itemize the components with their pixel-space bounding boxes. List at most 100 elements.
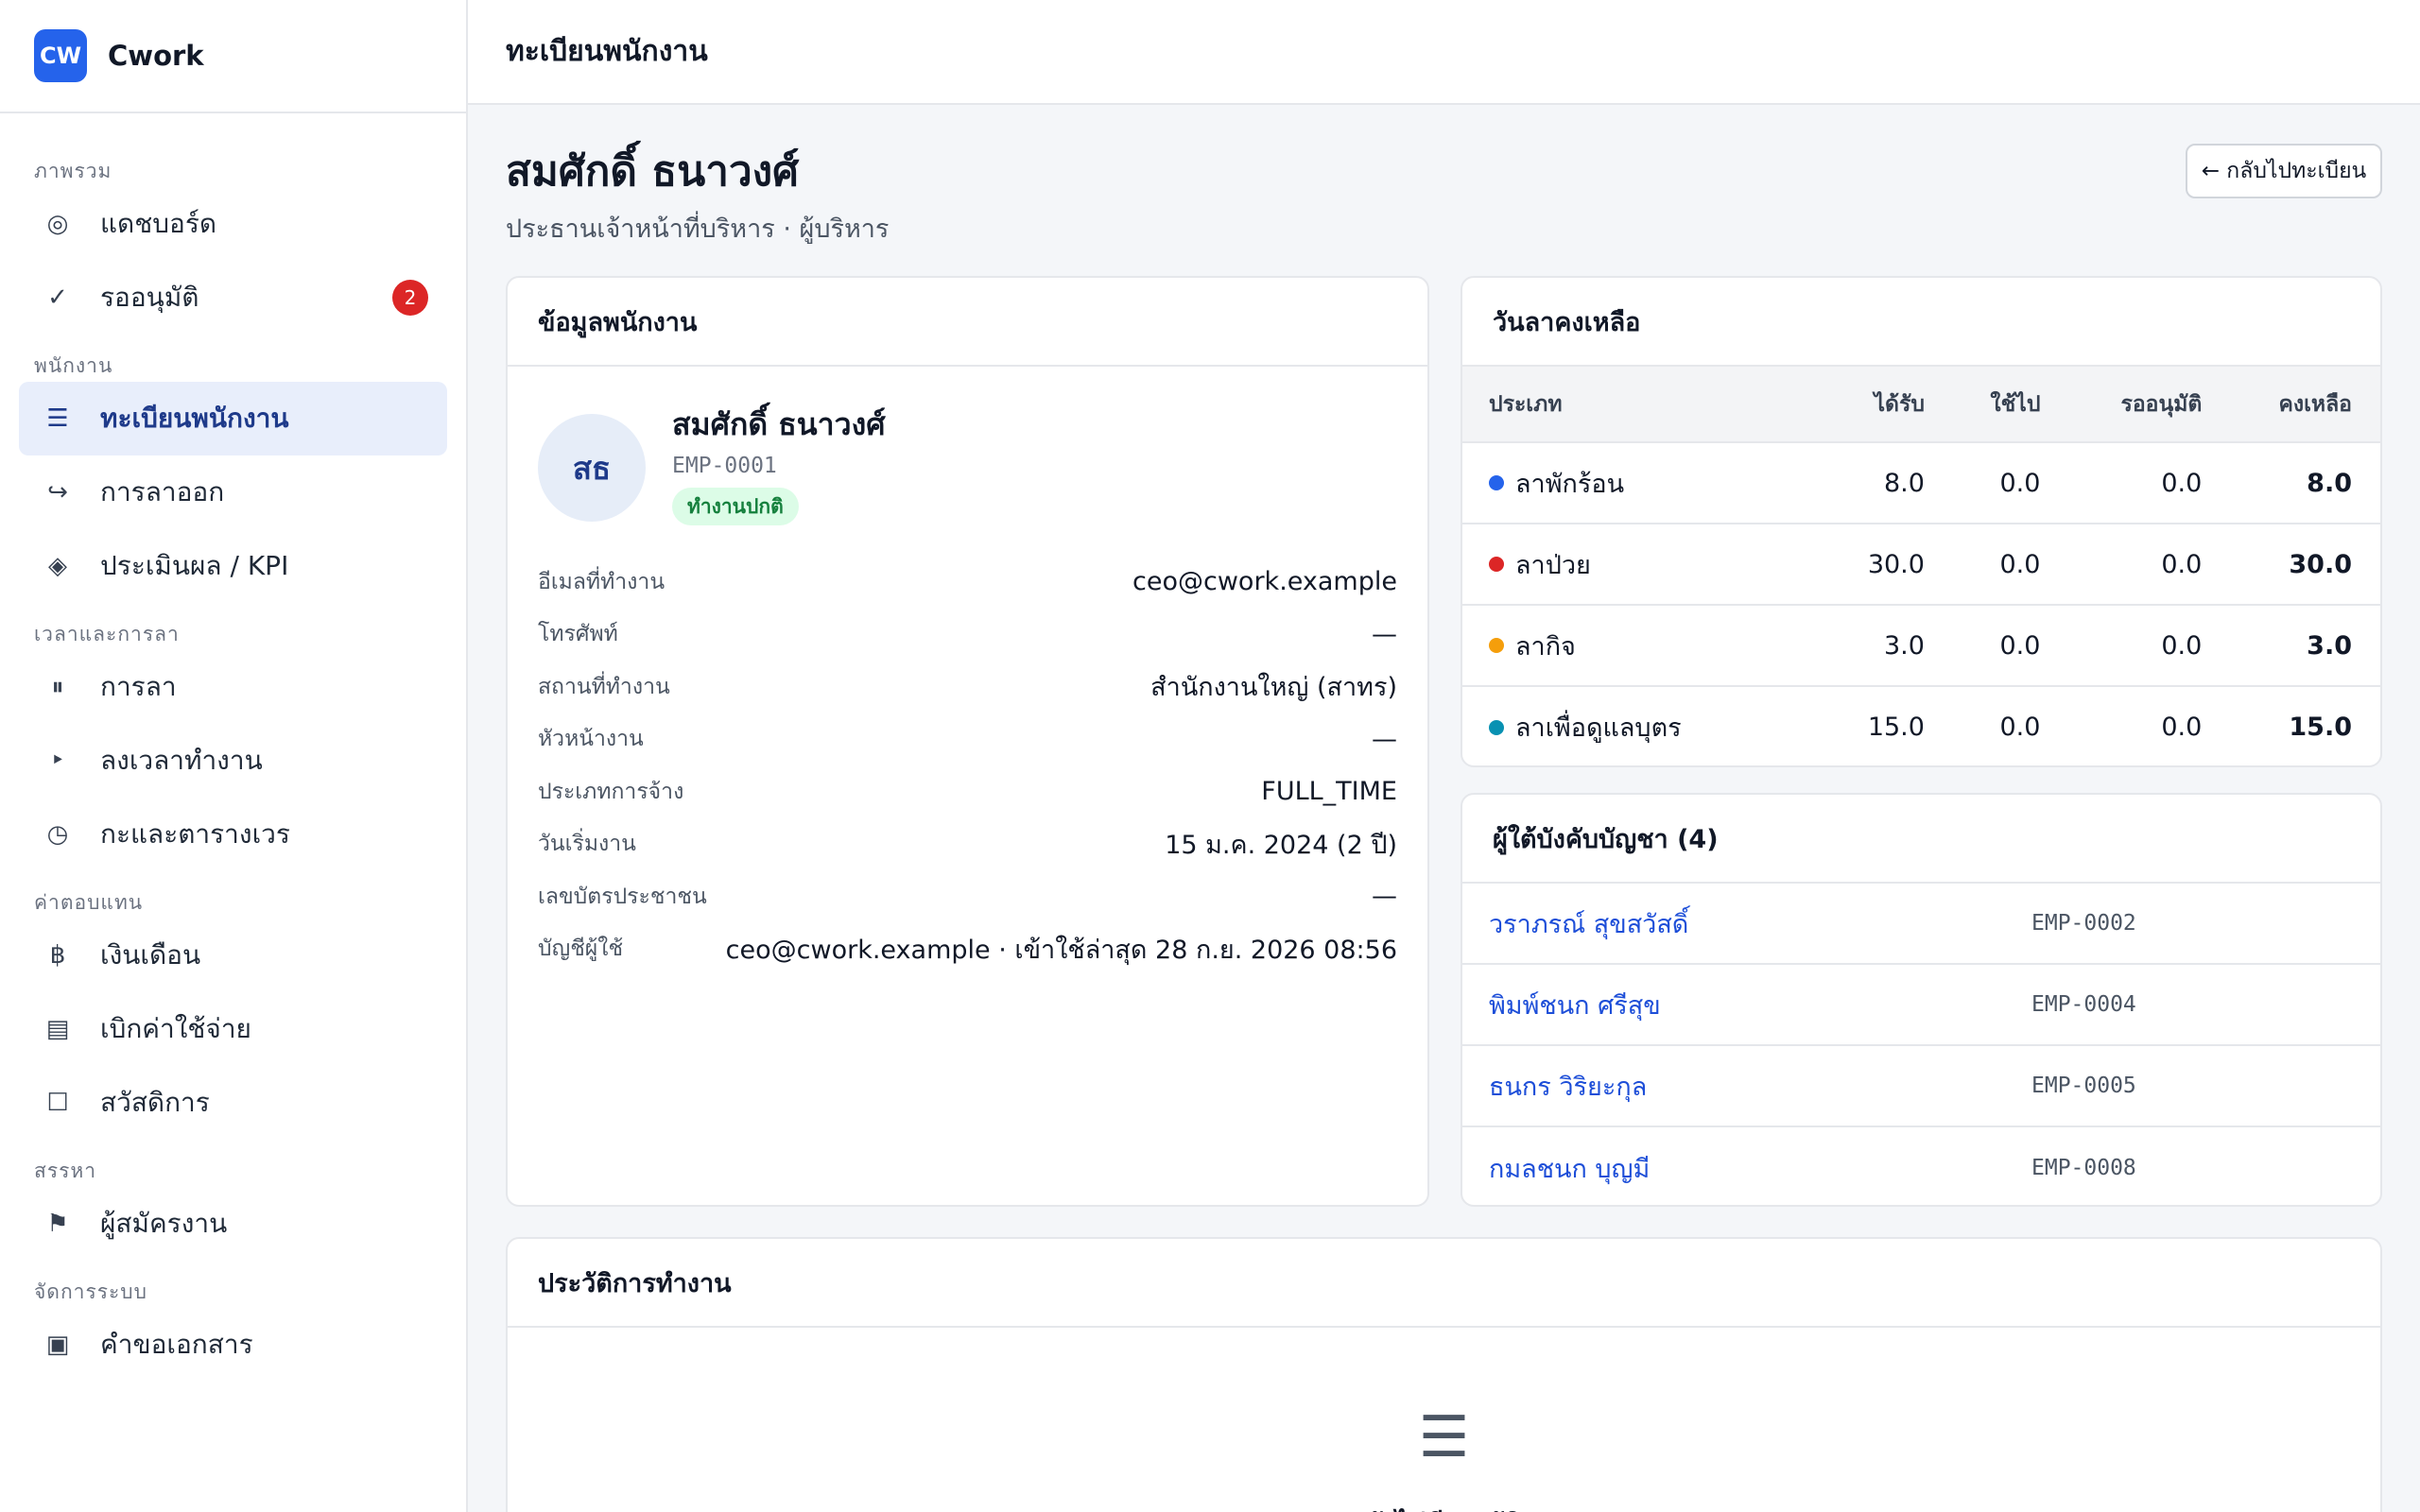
field-value: สำนักงานใหญ่ (สาทร) [1150,673,1397,703]
sidebar-nav: ภาพรวม ◎ แดชบอร์ด ✓ รออนุมัติ 2 พนักงาน ☰ ทะเบีย… [0,113,466,1382]
leave-type-cell: ลาป่วย [1462,524,1827,606]
leave-balance-card: วันลาคงเหลือ ประเภท ได้รับ ใช้ไป รออนุมัติค… [1461,276,2382,767]
exit-arrow-icon: ↪ [47,478,68,507]
empty-list-icon: ☰ [1418,1404,1470,1470]
work-history-card: ประวัติการทำงาน ☰ ยังไม่มีประวัติ [506,1237,2382,1512]
check-icon: ✓ [47,284,68,312]
page-subtitle: ประธานเจ้าหน้าที่บริหาร · ผู้บริหาร [506,215,890,244]
field-label: โทรศัพท์ [538,622,618,647]
list-icon: ☰ [46,404,69,433]
leave-balance-title: วันลาคงเหลือ [1462,278,2380,367]
field-label: ประเภทการจ้าง [538,779,684,804]
leave-table-header: ประเภท ได้รับ ใช้ไป รออนุมัติ คงเหลือ [1462,367,2380,443]
sidebar-item[interactable]: ⏸ การลา [19,650,447,724]
sidebar-item[interactable]: ◷ กะและตารางเวร [19,798,447,871]
leave-used: 0.0 [1952,524,2069,606]
subordinate-link[interactable]: วราภรณ์ สุขสวัสดิ์ [1489,903,1688,944]
info-field-row: บัญชีผู้ใช้ ceo@cwork.example · เข้าใช้ล่… [538,923,1397,976]
leave-type: ลาเพื่อดูแลบุตร [1515,713,1682,743]
leave-granted: 30.0 [1826,524,1953,606]
sidebar-item[interactable]: ‣ ลงเวลาทำงาน [19,724,447,798]
sidebar-item[interactable]: ◈ ประเมินผล / KPI [19,529,447,603]
leave-pending: 0.0 [2161,713,2203,742]
sidebar-item[interactable]: ◎ แดชบอร์ด [19,187,447,261]
sidebar-item-label: เบิกค่าใช้จ่าย [100,1013,251,1044]
avatar: สธ [538,414,646,522]
field-value: — [1372,724,1397,754]
employee-code: EMP-0001 [672,454,777,478]
list-item: ธนกร วิริยะกุล EMP-0005 [1462,1046,2380,1127]
sidebar-item-label: ลงเวลาทำงาน [100,745,263,776]
sidebar-item[interactable]: ☰ ทะเบียนพนักงาน [19,382,447,455]
info-field-row: เลขบัตรประชาชน — [538,870,1397,923]
sidebar-item[interactable]: ⚑ ผู้สมัครงาน [19,1187,447,1261]
diamond-icon: ◈ [48,552,67,580]
sidebar-item[interactable]: ✓ รออนุมัติ 2 [19,261,447,335]
table-row: ลาเพื่อดูแลบุตร 15.0 0.0 0.0 15.0 [1462,686,2380,765]
nav-section-title: ค่าตอบแทน [34,890,144,914]
column-header: คงเหลือ [2230,367,2380,443]
field-value: — [1372,882,1397,912]
topbar: ทะเบียนพนักงาน [468,0,2420,105]
table-row: ลาพักร้อน 8.0 0.0 0.0 8.0 [1462,442,2380,524]
subordinate-link[interactable]: พิมพ์ชนก ศรีสุข [1489,985,1661,1025]
sidebar-item-label: แดชบอร์ด [100,208,217,239]
sidebar: CW Cwork ภาพรวม ◎ แดชบอร์ด ✓ รออนุมัติ 2 พนักง… [0,0,468,1512]
sidebar-item[interactable]: ☐ สวัสดิการ [19,1066,447,1140]
column-header: ใช้ไป [1952,367,2069,443]
sidebar-item[interactable]: ▣ คำขอเอกสาร [19,1308,447,1382]
column-header: รออนุมัติ [2068,367,2231,443]
leave-remaining: 30.0 [2230,524,2380,606]
status-badge: ทำงานปกติ [672,488,799,525]
back-to-registry-button[interactable]: ← กลับไปทะเบียน [2186,144,2382,198]
leave-pending: 0.0 [2068,442,2231,524]
table-row: ลากิจ 3.0 0.0 0.0 3.0 [1462,605,2380,687]
sidebar-item-label: ผู้สมัครงาน [100,1208,228,1239]
baht-icon: ฿ [49,941,66,970]
field-label: วันเริ่มงาน [538,832,636,857]
field-label: หัวหน้างาน [538,727,644,752]
nav-section-title: พนักงาน [34,353,113,377]
subordinate-link[interactable]: กมลชนก บุญมี [1489,1148,1650,1189]
sidebar-item[interactable]: ↪ การลาออก [19,455,447,529]
sidebar-item[interactable]: ▤ เบิกค่าใช้จ่าย [19,992,447,1066]
brand[interactable]: CW Cwork [0,0,466,113]
employee-fields: อีเมลที่ทำงาน ceo@cwork.example โทรศัพท์ — ส… [508,556,1427,975]
list-item: พิมพ์ชนก ศรีสุข EMP-0004 [1462,965,2380,1046]
leave-remaining: 8.0 [2230,442,2380,524]
page-title: สมศักดิ์ ธนาวงศ์ [506,147,800,196]
subordinate-code: EMP-0008 [2031,1156,2136,1180]
info-field-row: ประเภทการจ้าง FULL_TIME [538,765,1397,818]
box-icon: ☐ [46,1089,69,1117]
sidebar-item-label: การลาออก [100,476,225,507]
leave-type: ลาป่วย [1515,550,1591,580]
list-item: กมลชนก บุญมี EMP-0008 [1462,1127,2380,1205]
field-value: ceo@cwork.example · เข้าใช้ล่าสุด 28 ก.ย… [725,935,1397,965]
leave-color-dot [1489,557,1504,572]
nav-section-title: สรรหา [34,1159,97,1182]
subordinate-link[interactable]: ธนกร วิริยะกุล [1489,1066,1647,1107]
field-value: ceo@cwork.example [1132,567,1397,597]
info-field-row: โทรศัพท์ — [538,609,1397,662]
field-value: FULL_TIME [1261,777,1397,807]
field-label: สถานที่ทำงาน [538,674,670,699]
leave-pending: 0.0 [2068,605,2231,687]
info-field-row: อีเมลที่ทำงาน ceo@cwork.example [538,556,1397,609]
receipt-icon: ▤ [45,1015,70,1043]
field-label: อีเมลที่ทำงาน [538,569,666,594]
nav-section-title: จัดการระบบ [34,1280,147,1303]
subordinate-code: EMP-0002 [2031,911,2136,936]
field-value: — [1372,619,1397,649]
leave-granted: 8.0 [1826,442,1953,524]
subordinate-code: EMP-0004 [2031,992,2136,1017]
sidebar-item-label: เงินเดือน [100,939,201,971]
document-icon: ▣ [45,1331,70,1359]
pause-icon: ⏸ [51,672,64,701]
empty-state-text: ยังไม่มีประวัติ [508,1503,2380,1512]
leave-used: 0.0 [1952,605,2069,687]
leave-used: 0.0 [1999,713,2041,742]
leave-pending: 0.0 [2068,524,2231,606]
leave-type-cell: ลาพักร้อน [1462,442,1827,524]
nav-section-title: เวลาและการลา [34,622,180,645]
sidebar-item[interactable]: ฿ เงินเดือน [19,919,447,992]
